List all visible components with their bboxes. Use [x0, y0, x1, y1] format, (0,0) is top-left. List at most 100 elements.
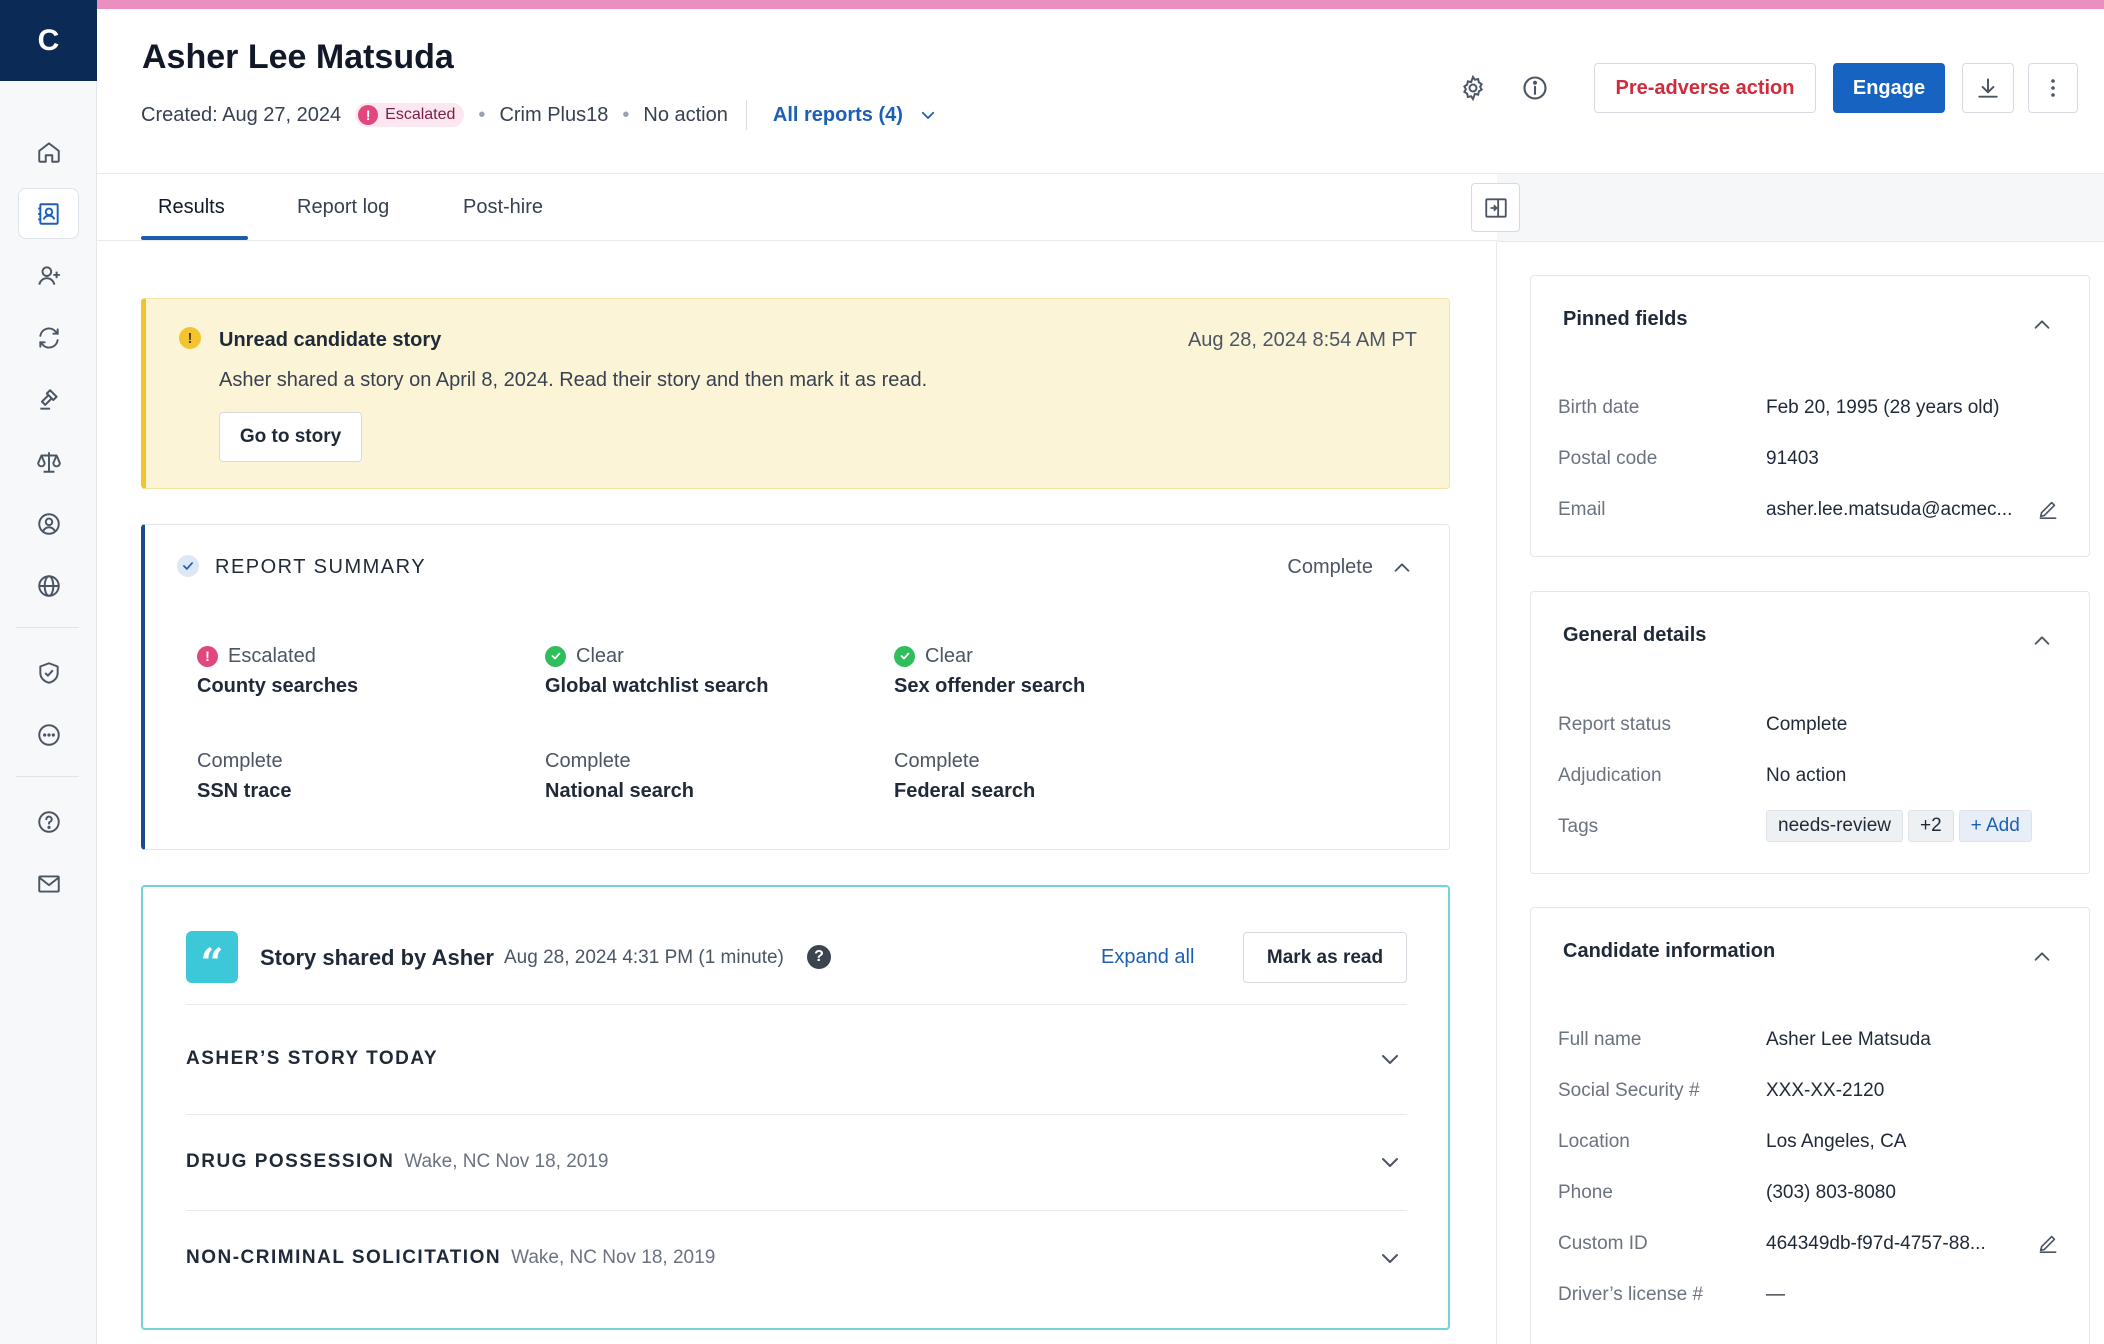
pinned-fields-title: Pinned fields	[1563, 308, 1688, 330]
summary-item-sex-offender[interactable]: Clear Sex offender search	[894, 643, 1234, 698]
report-status-value: Complete	[1766, 714, 1848, 735]
sidebar-item-continuous[interactable]	[18, 312, 79, 363]
alert-timestamp: Aug 28, 2024 8:54 AM PT	[1187, 329, 1417, 351]
story-section-today[interactable]: ASHER’S STORY TODAY	[186, 1005, 1407, 1113]
field-label: Tags	[1558, 816, 1599, 837]
sidebar-item-adjudication[interactable]	[18, 374, 79, 425]
story-section-solicitation[interactable]: NON-CRIMINAL SOLICITATION Wake, NC Nov 1…	[186, 1211, 1407, 1305]
more-actions-button[interactable]	[2028, 63, 2078, 113]
tag-overflow-chip[interactable]: +2	[1908, 810, 1954, 842]
summary-item-national[interactable]: Complete National search	[545, 748, 885, 803]
sidebar-divider	[16, 776, 79, 777]
summary-item-status: Clear	[925, 644, 973, 667]
candidate-information-title: Candidate information	[1563, 940, 1776, 962]
info-icon	[1523, 76, 1547, 100]
tag-chip[interactable]: needs-review	[1766, 810, 1903, 842]
sidebar-item-candidates[interactable]	[18, 188, 79, 239]
app-logo[interactable]: C	[0, 0, 97, 81]
warning-icon: !	[179, 327, 201, 349]
sidebar-item-screening[interactable]	[18, 498, 79, 549]
summary-item-county[interactable]: ! Escalated County searches	[197, 643, 537, 698]
clear-check-icon	[545, 645, 566, 667]
email-value: asher.lee.matsuda@acmec...	[1766, 499, 2013, 520]
expand-all-link[interactable]: Expand all	[1101, 946, 1194, 969]
candidate-card-icon	[37, 202, 59, 225]
engage-button[interactable]: Engage	[1833, 63, 1945, 113]
help-icon	[37, 810, 60, 833]
sidebar-item-compliance[interactable]	[18, 436, 79, 487]
summary-item-name: Federal search	[894, 780, 1036, 802]
drivers-license-value: —	[1766, 1284, 1785, 1305]
kebab-menu-icon	[2051, 79, 2055, 97]
collapse-general-button[interactable]	[2031, 630, 2053, 652]
sidebar-item-help[interactable]	[18, 796, 79, 847]
alert-icon: !	[358, 105, 379, 125]
collapse-summary-button[interactable]	[1391, 557, 1413, 579]
status-badge: ! Escalated	[355, 103, 465, 127]
summary-item-ssn[interactable]: Complete SSN trace	[197, 748, 537, 803]
edit-email-button[interactable]	[2037, 498, 2059, 520]
pre-adverse-action-button[interactable]: Pre-adverse action	[1594, 63, 1816, 113]
custom-id-value: 464349db-f97d-4757-88...	[1766, 1233, 1986, 1254]
adjudication-status: No action	[643, 103, 728, 126]
field-label: Social Security #	[1558, 1080, 1700, 1101]
story-section-title: NON-CRIMINAL SOLICITATION	[186, 1247, 502, 1268]
panel-collapse-icon	[1484, 197, 1507, 218]
sidebar-item-international[interactable]	[18, 560, 79, 611]
story-section-drug-possession[interactable]: DRUG POSSESSION Wake, NC Nov 18, 2019	[186, 1115, 1407, 1209]
summary-item-name: National search	[545, 780, 694, 802]
created-date: Created: Aug 27, 2024	[141, 103, 342, 126]
gavel-icon	[39, 388, 58, 410]
chevron-up-icon	[2034, 320, 2050, 329]
add-tag-button[interactable]: + Add	[1958, 810, 2032, 842]
collapse-panel-button[interactable]	[1471, 183, 1520, 232]
sidebar-item-home[interactable]	[18, 126, 79, 177]
pinned-fields-card: Pinned fields Birth date Feb 20, 1995 (2…	[1530, 275, 2090, 557]
summary-item-status: Complete	[894, 749, 980, 772]
sidebar-item-more[interactable]	[18, 709, 79, 760]
help-icon[interactable]: ?	[807, 945, 831, 969]
home-icon	[37, 141, 60, 163]
summary-item-name: SSN trace	[197, 780, 292, 802]
mark-as-read-button[interactable]: Mark as read	[1243, 932, 1407, 983]
column-divider	[1496, 242, 1497, 1344]
summary-item-status: Complete	[545, 749, 631, 772]
quote-icon: “	[186, 931, 238, 984]
summary-item-global-watchlist[interactable]: Clear Global watchlist search	[545, 643, 885, 698]
sidebar-item-security[interactable]	[18, 647, 79, 698]
scale-icon	[36, 451, 61, 473]
clear-check-icon	[894, 645, 915, 667]
check-circle-icon	[177, 555, 199, 577]
settings-button[interactable]	[1453, 68, 1493, 108]
field-label: Full name	[1558, 1029, 1642, 1050]
story-title: Story shared by Asher	[260, 945, 494, 970]
tab-report-log[interactable]: Report log	[297, 196, 389, 219]
collapse-pinned-button[interactable]	[2031, 314, 2053, 336]
field-label: Adjudication	[1558, 765, 1662, 786]
chevron-down-icon	[1382, 1254, 1398, 1263]
sidebar-item-messages[interactable]	[18, 858, 79, 909]
story-section-meta: Wake, NC Nov 18, 2019	[404, 1151, 609, 1172]
story-section-title: ASHER’S STORY TODAY	[186, 1048, 438, 1069]
chevron-down-icon	[921, 111, 935, 119]
sidebar-item-invite[interactable]	[18, 250, 79, 301]
tab-post-hire[interactable]: Post-hire	[463, 196, 543, 219]
escalated-icon: !	[197, 645, 218, 667]
all-reports-dropdown[interactable]: All reports (4)	[773, 104, 937, 127]
tab-results[interactable]: Results	[158, 196, 225, 219]
download-button[interactable]	[1962, 63, 2014, 113]
escalation-accent-bar	[97, 0, 2104, 9]
collapse-candidate-button[interactable]	[2031, 946, 2053, 968]
info-button[interactable]	[1515, 68, 1555, 108]
globe-icon	[37, 574, 60, 597]
go-to-story-button[interactable]: Go to story	[219, 412, 362, 462]
field-label: Postal code	[1558, 448, 1658, 469]
candidate-story-card: “ Story shared by Asher Aug 28, 2024 4:3…	[141, 885, 1450, 1330]
story-timestamp: Aug 28, 2024 4:31 PM (1 minute)	[504, 947, 784, 968]
edit-custom-id-button[interactable]	[2037, 1232, 2059, 1254]
candidate-information-card: Candidate information Full name Asher Le…	[1530, 907, 2090, 1344]
right-panel-header	[1497, 174, 2104, 242]
story-section-title: DRUG POSSESSION	[186, 1151, 395, 1172]
unread-story-alert: ! Unread candidate story Aug 28, 2024 8:…	[141, 298, 1450, 489]
summary-item-federal[interactable]: Complete Federal search	[894, 748, 1234, 803]
